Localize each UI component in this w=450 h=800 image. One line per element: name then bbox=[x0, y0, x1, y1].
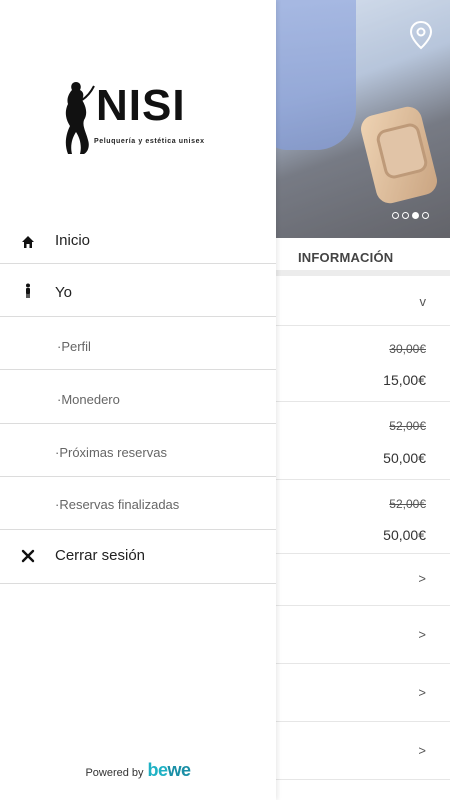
list-row[interactable]: > bbox=[276, 606, 450, 664]
menu-item-label: Cerrar sesión bbox=[55, 547, 146, 564]
price-old: 52,00€ bbox=[389, 497, 426, 511]
logo-silhouette-icon bbox=[65, 82, 95, 154]
section-header: INFORMACIÓN bbox=[276, 238, 450, 276]
service-row[interactable]: 52,00€ 50,00€ bbox=[276, 480, 450, 554]
bewe-logo-part-b: we bbox=[167, 760, 192, 780]
menu-item-label: Yo bbox=[55, 284, 72, 301]
menu-item-yo[interactable]: Yo bbox=[0, 264, 276, 317]
bewe-logo: bewe bbox=[147, 760, 192, 780]
chevron-right-icon[interactable]: > bbox=[418, 571, 426, 586]
chevron-right-icon[interactable]: > bbox=[418, 685, 426, 700]
menu-item-perfil[interactable]: ·Perfil bbox=[0, 317, 276, 370]
menu-item-reservas-finalizadas[interactable]: ·Reservas finalizadas bbox=[0, 477, 276, 530]
logo-subtitle: Peluquería y estética unisex bbox=[94, 138, 205, 145]
home-icon bbox=[22, 236, 34, 248]
list-row[interactable]: > bbox=[276, 664, 450, 722]
bewe-logo-part-a: be bbox=[147, 760, 169, 780]
carousel-dot[interactable] bbox=[402, 212, 409, 219]
menu-item-label: ·Perfil bbox=[57, 339, 91, 354]
person-icon bbox=[26, 283, 30, 298]
chevron-right-icon[interactable]: > bbox=[418, 743, 426, 758]
list-row[interactable]: > bbox=[276, 554, 450, 606]
service-row[interactable]: 52,00€ 50,00€ bbox=[276, 402, 450, 480]
carousel-dot[interactable] bbox=[422, 212, 429, 219]
list-row[interactable]: > bbox=[276, 722, 450, 780]
carousel-dots bbox=[392, 212, 429, 219]
menu-item-label: ·Próximas reservas bbox=[55, 445, 167, 460]
menu-item-proximas-reservas[interactable]: ·Próximas reservas bbox=[0, 424, 276, 477]
chevron-down-icon[interactable]: v bbox=[420, 294, 427, 309]
price-new: 50,00€ bbox=[383, 450, 426, 466]
powered-by-footer[interactable]: Powered by bewe bbox=[0, 760, 276, 781]
menu-item-label: ·Reservas finalizadas bbox=[55, 497, 180, 512]
price-old: 52,00€ bbox=[389, 419, 426, 433]
menu-item-inicio[interactable]: Inicio bbox=[0, 220, 276, 264]
menu-item-cerrar-sesion[interactable]: Cerrar sesión bbox=[0, 530, 276, 584]
menu-item-label: ·Monedero bbox=[57, 392, 120, 407]
menu-item-monedero[interactable]: ·Monedero bbox=[0, 370, 276, 424]
section-title: INFORMACIÓN bbox=[298, 250, 394, 265]
chevron-right-icon[interactable]: > bbox=[418, 627, 426, 642]
powered-by-text: Powered by bbox=[85, 767, 144, 779]
price-old: 30,00€ bbox=[389, 342, 426, 356]
menu-item-label: Inicio bbox=[55, 232, 91, 249]
brand-logo: NISI Peluquería y estética unisex bbox=[58, 80, 218, 160]
expand-row[interactable]: v bbox=[276, 276, 450, 326]
carousel-dot-active[interactable] bbox=[412, 212, 419, 219]
price-new: 15,00€ bbox=[383, 372, 426, 388]
price-new: 50,00€ bbox=[383, 527, 426, 543]
carousel-dot[interactable] bbox=[392, 212, 399, 219]
logo-wordmark: NISI bbox=[96, 81, 186, 130]
navigation-drawer: NISI Peluquería y estética unisex Inicio… bbox=[0, 0, 276, 800]
close-icon bbox=[21, 549, 35, 563]
service-row[interactable]: 30,00€ 15,00€ bbox=[276, 326, 450, 402]
location-pin-icon[interactable] bbox=[408, 20, 434, 50]
